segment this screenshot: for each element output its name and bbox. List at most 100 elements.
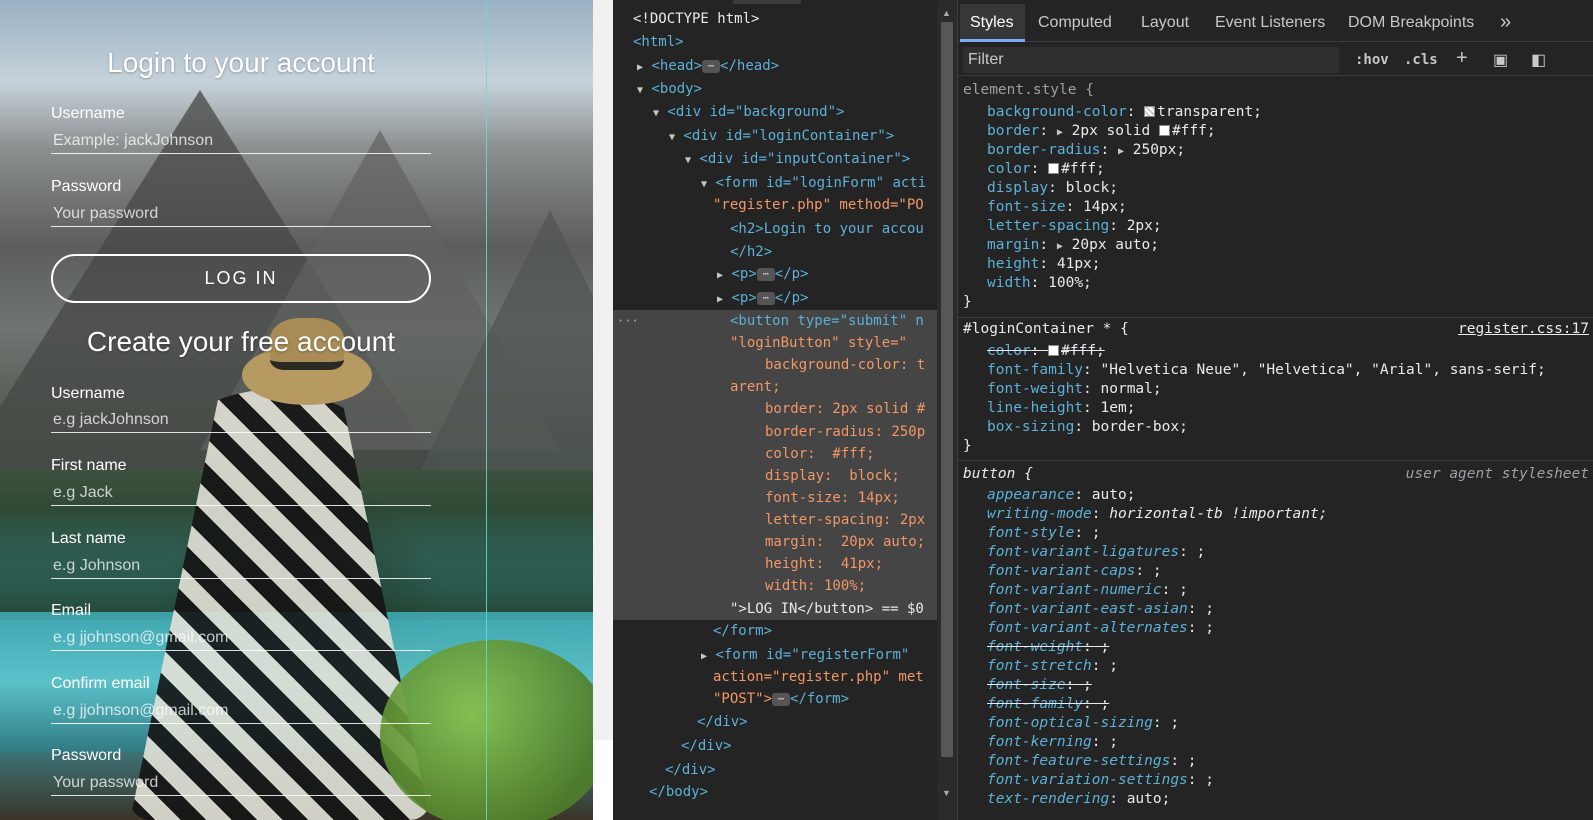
styles-filter-input[interactable] xyxy=(963,47,1339,73)
register-confirm-email-input[interactable] xyxy=(51,698,431,724)
style-prop-row[interactable]: background-color: transparent; xyxy=(987,103,1262,122)
collapse-triangle-icon[interactable]: ▼ xyxy=(637,85,643,96)
scroll-up-icon[interactable]: ▲ xyxy=(942,8,951,18)
rule-close-brace: } xyxy=(963,438,972,454)
rule-divider xyxy=(958,317,1593,318)
dom-body[interactable]: ▼ <body> xyxy=(637,78,702,102)
expand-triangle-icon[interactable]: ▶ xyxy=(717,270,723,281)
page-scrollbar-track[interactable] xyxy=(593,0,613,740)
register-username-input[interactable] xyxy=(51,407,431,433)
collapse-triangle-icon[interactable]: ▼ xyxy=(653,108,659,119)
node-more-icon[interactable]: ··· xyxy=(617,310,639,333)
login-password-input[interactable] xyxy=(51,201,431,227)
dom-div-logincontainer[interactable]: ▼ <div id="loginContainer"> xyxy=(669,125,894,149)
tab-computed[interactable]: Computed xyxy=(1038,14,1112,32)
dom-button-cont[interactable]: "loginButton" style=" xyxy=(730,332,907,355)
dom-style-line: border: 2px solid # xyxy=(765,401,926,417)
dom-style-line: font-size: 14px; xyxy=(765,490,900,506)
style-prop-row[interactable]: letter-spacing: 2px; xyxy=(987,217,1162,236)
style-prop-row[interactable]: font-family: "Helvetica Neue", "Helvetic… xyxy=(987,361,1546,380)
style-prop-row: font-variant-caps: ; xyxy=(987,563,1162,579)
register-lastname-label: Last name xyxy=(51,530,126,547)
dom-style-line: letter-spacing: 2px xyxy=(765,512,926,528)
login-button[interactable]: LOG IN xyxy=(51,254,431,303)
style-prop-row[interactable]: width: 100%; xyxy=(987,274,1092,293)
tab-layout[interactable]: Layout xyxy=(1141,14,1189,32)
style-prop-row[interactable]: box-sizing: border-box; xyxy=(987,418,1188,437)
paint-format-icon[interactable]: ▣ xyxy=(1493,50,1508,70)
stylesheet-link[interactable]: register.css:17 xyxy=(1458,320,1589,339)
dom-form-register-cont[interactable]: "POST"> ⋯ </form> xyxy=(713,688,849,711)
expand-triangle-icon[interactable]: ▶ xyxy=(637,62,643,73)
style-prop-row[interactable]: line-height: 1em; xyxy=(987,399,1135,418)
more-tabs-icon[interactable]: » xyxy=(1500,11,1511,34)
dom-form-close[interactable]: </form> xyxy=(713,620,772,643)
tab-dom-breakpoints[interactable]: DOM Breakpoints xyxy=(1348,14,1474,32)
dom-div-close[interactable]: </div> xyxy=(665,759,716,782)
dom-body-close[interactable]: </body> xyxy=(649,781,708,804)
dom-div-inputcontainer[interactable]: ▼ <div id="inputContainer"> xyxy=(685,148,910,172)
dom-button-selected[interactable]: <button type="submit" n xyxy=(730,310,924,333)
scroll-down-icon[interactable]: ▼ xyxy=(942,788,951,798)
style-prop-row[interactable]: color: #fff; xyxy=(987,342,1105,361)
dom-head[interactable]: ▶ <head> ⋯ </head> xyxy=(637,55,779,79)
rule-divider xyxy=(958,460,1593,461)
collapse-triangle-icon[interactable]: ▼ xyxy=(685,155,691,166)
elements-scrollbar[interactable]: ▲ ▼ xyxy=(937,0,957,820)
style-prop-row[interactable]: margin: ▶ 20px auto; xyxy=(987,236,1159,256)
dom-h2[interactable]: <h2>Login to your accou xyxy=(730,218,924,241)
dom-h2-close[interactable]: </h2> xyxy=(730,241,772,264)
dom-form-login-cont[interactable]: "register.php" method="PO xyxy=(713,194,924,217)
expand-triangle-icon[interactable]: ▶ xyxy=(1057,127,1063,138)
style-prop-row[interactable]: height: 41px; xyxy=(987,255,1101,274)
color-swatch-icon[interactable] xyxy=(1048,345,1060,356)
tab-styles[interactable]: Styles xyxy=(970,14,1014,32)
toggle-sidebar-icon[interactable]: ◧ xyxy=(1531,50,1546,70)
rule-selector[interactable]: #loginContainer * { xyxy=(963,320,1129,339)
style-prop-row: writing-mode: horizontal-tb !important; xyxy=(987,506,1328,522)
dom-div-close[interactable]: </div> xyxy=(697,711,748,734)
ellipsis-icon[interactable]: ⋯ xyxy=(756,267,775,281)
style-prop-row: font-variant-ligatures: ; xyxy=(987,544,1206,560)
cls-toggle-button[interactable]: .cls xyxy=(1404,52,1438,68)
expand-triangle-icon[interactable]: ▶ xyxy=(701,651,707,662)
login-username-input[interactable] xyxy=(51,128,431,154)
dom-button-close[interactable]: ">LOG IN</button> == $0 xyxy=(730,598,924,621)
register-lastname-input[interactable] xyxy=(51,553,431,579)
register-email-input[interactable] xyxy=(51,625,431,651)
element-style-rule: element.style { background-color: transp… xyxy=(958,81,1593,317)
page-scrollbar[interactable] xyxy=(593,0,613,820)
ellipsis-icon[interactable]: ⋯ xyxy=(756,291,775,305)
expand-triangle-icon[interactable]: ▶ xyxy=(1118,146,1124,157)
expand-triangle-icon[interactable]: ▶ xyxy=(717,294,723,305)
dom-html[interactable]: <html> xyxy=(633,31,684,54)
expand-triangle-icon[interactable]: ▶ xyxy=(1057,241,1063,252)
dom-div-background[interactable]: ▼ <div id="background"> xyxy=(653,101,844,125)
style-prop-row[interactable]: font-size: 14px; xyxy=(987,198,1127,217)
dom-doctype[interactable]: <!DOCTYPE html> xyxy=(633,8,759,31)
ellipsis-icon[interactable]: ⋯ xyxy=(772,692,791,706)
dom-p[interactable]: ▶ <p> ⋯ </p> xyxy=(717,287,808,311)
style-prop-row[interactable]: display: block; xyxy=(987,179,1118,198)
register-password-input[interactable] xyxy=(51,770,431,796)
style-prop-row[interactable]: color: #fff; xyxy=(987,160,1105,179)
register-firstname-input[interactable] xyxy=(51,480,431,506)
dom-form-register-cont[interactable]: action="register.php" met xyxy=(713,666,924,689)
style-prop-row[interactable]: font-weight: normal; xyxy=(987,380,1162,399)
dom-div-close[interactable]: </div> xyxy=(681,735,732,758)
style-prop-row[interactable]: border-radius: ▶ 250px; xyxy=(987,141,1185,161)
new-style-rule-icon[interactable]: + xyxy=(1456,47,1468,70)
style-prop-row[interactable]: border: ▶ 2px solid #fff; xyxy=(987,122,1216,142)
tab-event-listeners[interactable]: Event Listeners xyxy=(1215,14,1325,32)
elements-scrollbar-thumb[interactable] xyxy=(941,22,953,757)
ellipsis-icon[interactable]: ⋯ xyxy=(702,59,721,73)
dom-form-register[interactable]: ▶ <form id="registerForm" xyxy=(701,644,909,668)
dom-form-login[interactable]: ▼ <form id="loginForm" acti xyxy=(701,172,926,196)
dom-p[interactable]: ▶ <p> ⋯ </p> xyxy=(717,263,808,287)
color-swatch-icon[interactable] xyxy=(1048,163,1060,174)
collapse-triangle-icon[interactable]: ▼ xyxy=(669,132,675,143)
hov-toggle-button[interactable]: :hov xyxy=(1355,52,1389,68)
collapse-triangle-icon[interactable]: ▼ xyxy=(701,179,707,190)
color-swatch-icon[interactable] xyxy=(1144,106,1156,117)
color-swatch-icon[interactable] xyxy=(1158,125,1170,136)
